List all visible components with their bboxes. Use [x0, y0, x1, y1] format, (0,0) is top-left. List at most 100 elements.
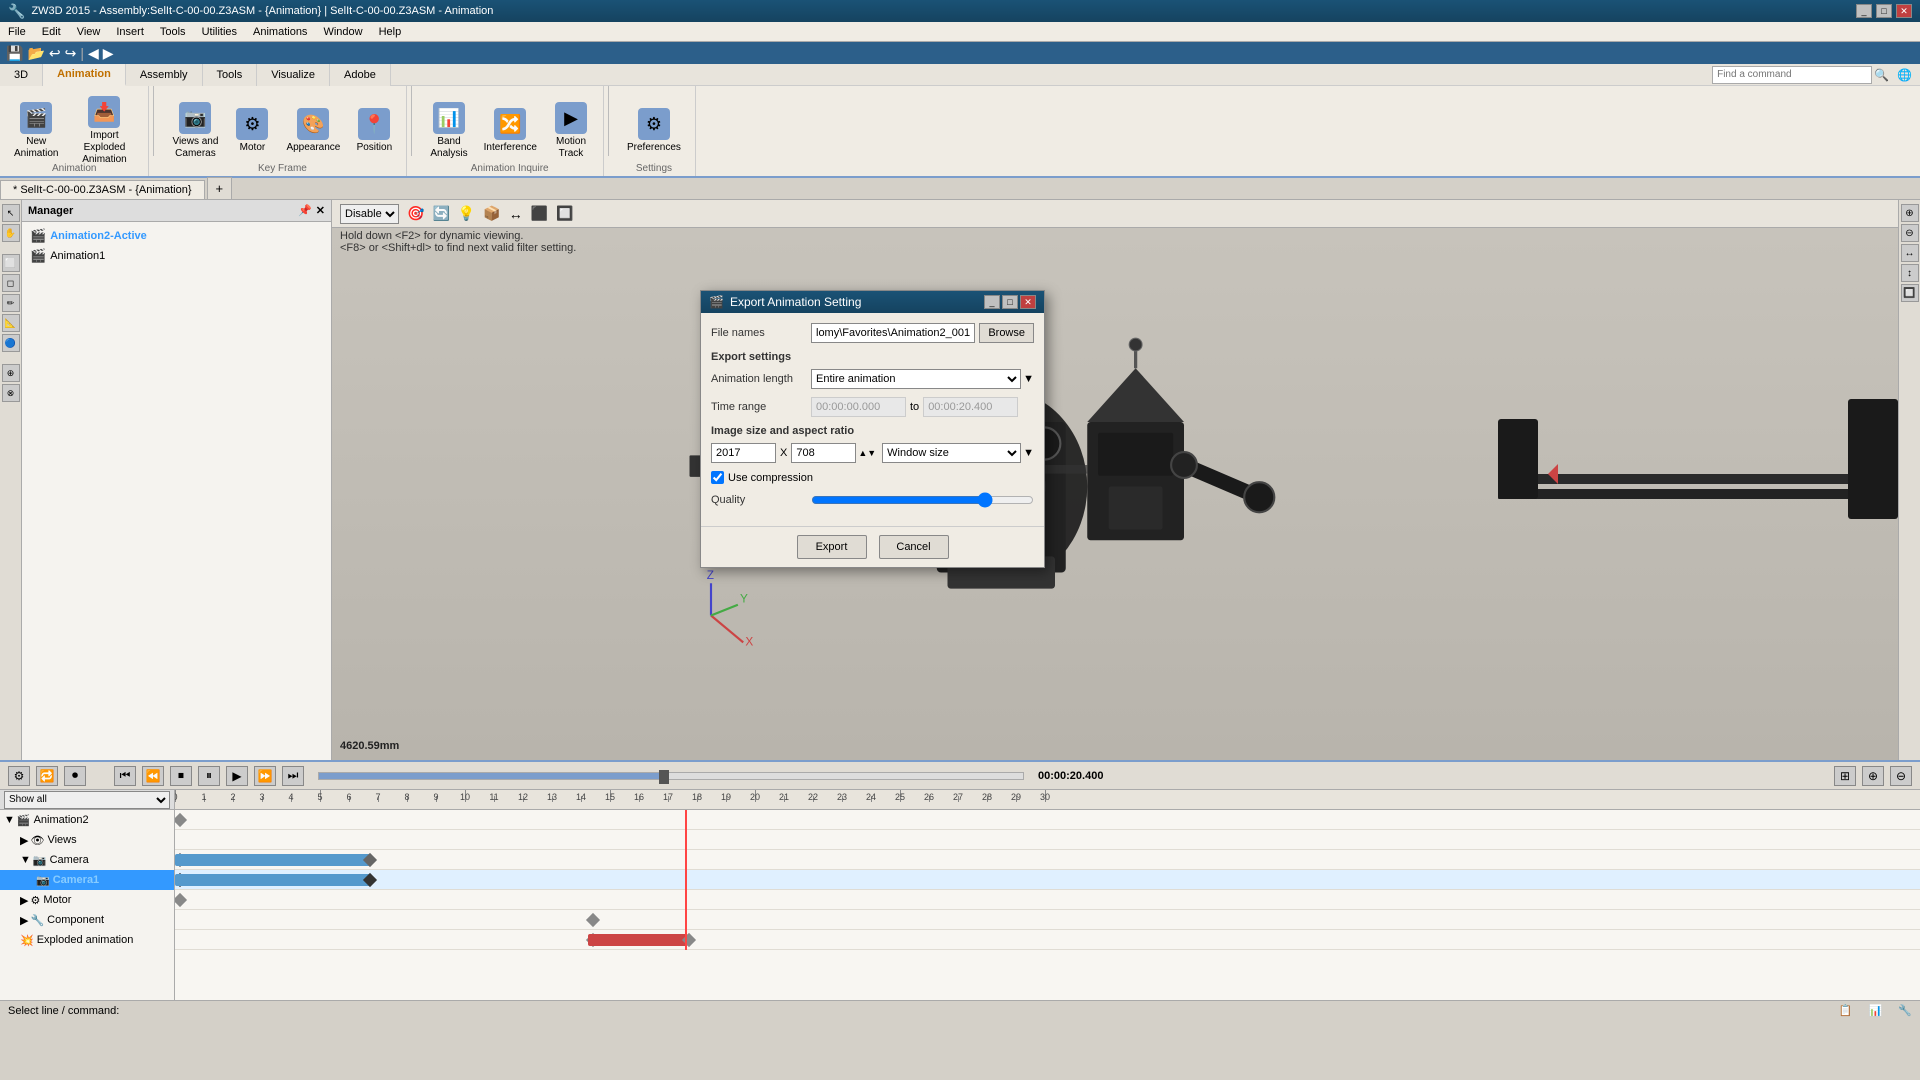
menu-help[interactable]: Help: [371, 24, 410, 40]
tl-zoom-out[interactable]: ⊖: [1890, 766, 1912, 786]
tl-views[interactable]: ▶ 👁 Views: [0, 830, 174, 850]
interference-button[interactable]: 🔀 Interference: [478, 104, 543, 158]
dialog-maximize[interactable]: □: [1002, 295, 1018, 309]
help-icon[interactable]: 🌐: [1897, 68, 1912, 82]
cancel-button[interactable]: Cancel: [879, 535, 949, 559]
image-width-input[interactable]: [711, 443, 776, 463]
file-path-input[interactable]: [811, 323, 975, 343]
qa-save[interactable]: 💾: [6, 45, 23, 62]
rt-4[interactable]: ↕: [1901, 264, 1919, 282]
tl-start-btn[interactable]: ⏮: [114, 766, 136, 786]
vp-tool-2[interactable]: 🔄: [432, 205, 449, 222]
panel-pin[interactable]: 📌: [298, 204, 312, 217]
tool-8[interactable]: ⊕: [2, 364, 20, 382]
qa-open[interactable]: 📂: [27, 45, 44, 62]
scrubber-handle[interactable]: [659, 770, 669, 784]
tab-visualize[interactable]: Visualize: [257, 64, 330, 86]
tl-animation2[interactable]: ▼ 🎬 Animation2: [0, 810, 174, 830]
tool-9[interactable]: ⊗: [2, 384, 20, 402]
close-btn[interactable]: ✕: [1896, 4, 1912, 18]
tl-prev-btn[interactable]: ⏪: [142, 766, 164, 786]
tl-zoom-in[interactable]: ⊕: [1862, 766, 1884, 786]
use-compression-checkbox[interactable]: [711, 471, 724, 484]
kf-comp-mid[interactable]: [586, 913, 600, 927]
tl-exploded[interactable]: 💥 Exploded animation: [0, 930, 174, 950]
playhead[interactable]: [685, 810, 687, 950]
new-animation-button[interactable]: 🎬 NewAnimation: [8, 98, 64, 164]
select-tool[interactable]: ↖: [2, 204, 20, 222]
tool-2[interactable]: ✋: [2, 224, 20, 242]
rt-2[interactable]: ⊖: [1901, 224, 1919, 242]
menu-utilities[interactable]: Utilities: [194, 24, 245, 40]
tl-settings-btn[interactable]: ⚙: [8, 766, 30, 786]
status-icon-1[interactable]: 📋: [1839, 1004, 1853, 1017]
tl-next-btn[interactable]: ⏩: [254, 766, 276, 786]
band-analysis-button[interactable]: 📊 BandAnalysis: [424, 98, 473, 164]
menu-window[interactable]: Window: [315, 24, 370, 40]
show-all-dropdown[interactable]: Show all: [4, 791, 170, 809]
tool-7[interactable]: 🔵: [2, 334, 20, 352]
maximize-btn[interactable]: □: [1876, 4, 1892, 18]
vp-tool-5[interactable]: ↔: [509, 206, 523, 222]
import-exploded-button[interactable]: 📥 Import ExplodedAnimation: [68, 92, 140, 170]
image-height-input[interactable]: [791, 443, 856, 463]
vp-tool-7[interactable]: 🔲: [556, 205, 573, 222]
menu-edit[interactable]: Edit: [34, 24, 69, 40]
active-tab[interactable]: * SelIt-C-00-00.Z3ASM - {Animation}: [0, 180, 205, 199]
motion-track-button[interactable]: ▶ MotionTrack: [547, 98, 595, 164]
timeline-ruler[interactable]: 0123456789101112131415161718192021222324…: [175, 790, 1920, 810]
tab-3d[interactable]: 3D: [0, 64, 43, 86]
minimize-btn[interactable]: _: [1856, 4, 1872, 18]
tl-pause-btn[interactable]: ⏸: [198, 766, 220, 786]
command-search[interactable]: [1712, 66, 1872, 84]
tab-tools[interactable]: Tools: [203, 64, 258, 86]
disable-dropdown[interactable]: Disable: [340, 204, 399, 224]
vp-tool-3[interactable]: 💡: [458, 205, 475, 222]
kf-motor-start[interactable]: [175, 893, 187, 907]
status-icon-3[interactable]: 🔧: [1898, 1004, 1912, 1017]
tool-4[interactable]: ◻: [2, 274, 20, 292]
tool-5[interactable]: ✏: [2, 294, 20, 312]
rt-5[interactable]: 🔲: [1901, 284, 1919, 302]
new-tab-btn[interactable]: +: [207, 177, 233, 199]
tree-item-animation1[interactable]: 🎬 Animation1: [26, 246, 327, 266]
kf-anim2-start[interactable]: [175, 813, 187, 827]
qa-back[interactable]: ◀: [88, 45, 99, 62]
track-bar-exploded[interactable]: [588, 934, 688, 946]
anim-length-select[interactable]: Entire animation Custom range: [811, 369, 1021, 389]
tab-animation[interactable]: Animation: [43, 64, 126, 86]
track-bar-camera1[interactable]: [175, 874, 370, 886]
tool-3[interactable]: ⬜: [2, 254, 20, 272]
menu-tools[interactable]: Tools: [152, 24, 194, 40]
tl-stop-btn[interactable]: ⏹: [170, 766, 192, 786]
dialog-minimize[interactable]: _: [984, 295, 1000, 309]
track-bar-camera[interactable]: [175, 854, 370, 866]
dialog-close[interactable]: ✕: [1020, 295, 1036, 309]
tl-record-btn[interactable]: ⏺: [64, 766, 86, 786]
vp-tool-6[interactable]: ⬛: [531, 205, 548, 222]
tab-adobe[interactable]: Adobe: [330, 64, 391, 86]
menu-insert[interactable]: Insert: [108, 24, 152, 40]
tl-motor[interactable]: ▶ ⚙ Motor: [0, 890, 174, 910]
status-icon-2[interactable]: 📊: [1869, 1004, 1883, 1017]
views-cameras-button[interactable]: 📷 Views andCameras: [166, 98, 224, 164]
tree-item-animation2[interactable]: 🎬 Animation2-Active: [26, 226, 327, 246]
tl-end-btn[interactable]: ⏭: [282, 766, 304, 786]
motor-button[interactable]: ⚙ Motor: [228, 104, 276, 158]
menu-view[interactable]: View: [69, 24, 109, 40]
rt-3[interactable]: ↔: [1901, 244, 1919, 262]
vp-tool-1[interactable]: 🎯: [407, 205, 424, 222]
tl-camera[interactable]: ▼ 📷 Camera: [0, 850, 174, 870]
vp-tool-4[interactable]: 📦: [483, 205, 500, 222]
tl-zoom-fit[interactable]: ⊞: [1834, 766, 1856, 786]
menu-animations[interactable]: Animations: [245, 24, 315, 40]
export-button[interactable]: Export: [797, 535, 867, 559]
appearance-button[interactable]: 🎨 Appearance: [280, 104, 346, 158]
tl-loop-btn[interactable]: 🔁: [36, 766, 58, 786]
qa-redo[interactable]: ↪: [65, 45, 77, 62]
search-icon[interactable]: 🔍: [1874, 68, 1889, 82]
quality-slider[interactable]: [811, 492, 1034, 508]
panel-close[interactable]: ✕: [316, 204, 325, 217]
tl-camera1[interactable]: 📷 Camera1: [0, 870, 174, 890]
qa-undo[interactable]: ↩: [49, 45, 61, 62]
